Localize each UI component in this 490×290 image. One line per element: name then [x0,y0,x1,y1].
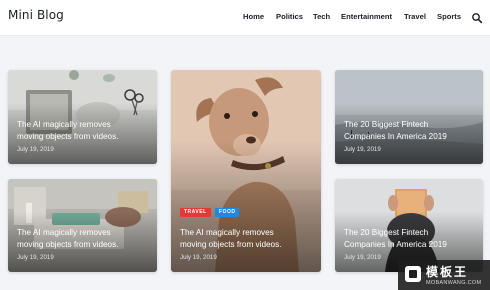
nav-item-politics[interactable]: Politics [276,12,303,21]
post-title[interactable]: The 20 Biggest Fintech Companies In Amer… [344,227,474,251]
post-date: July 19, 2019 [17,254,54,261]
nav-item-travel[interactable]: Travel [404,12,426,21]
post-card[interactable]: The 20 Biggest Fintech Companies In Amer… [335,179,483,272]
post-title-line: The AI magically removes [17,228,111,237]
post-title-line: The AI magically removes [17,120,111,129]
post-title-line: The 20 Biggest Fintech [344,120,429,129]
post-title-line: moving objects from videos. [180,240,282,249]
post-date: July 19, 2019 [344,146,381,153]
post-title[interactable]: The AI magically removes moving objects … [17,227,147,251]
post-title-line: The AI magically removes [180,228,274,237]
post-title-line: Companies In America 2019 [344,132,447,141]
watermark-subtitle: MOBANWANG.COM [426,280,482,286]
post-date: July 19, 2019 [180,254,217,261]
site-header: Mini Blog Home Politics Tech Entertainme… [0,0,490,36]
post-card[interactable]: The 20 Biggest Fintech Companies In Amer… [335,70,483,164]
post-card[interactable]: The AI magically removes moving objects … [8,179,157,272]
search-icon [472,13,483,24]
watermark-title: 模板王 [426,265,469,279]
post-date: July 19, 2019 [344,254,381,261]
post-card[interactable]: The AI magically removes moving objects … [8,70,157,164]
category-badge-travel[interactable]: TRAVEL [180,208,211,217]
category-badge-food[interactable]: FOOD [215,208,240,217]
post-title-line: moving objects from videos. [17,132,119,141]
nav-item-entertainment[interactable]: Entertainment [341,12,392,21]
search-button[interactable] [471,11,483,24]
post-title[interactable]: The 20 Biggest Fintech Companies In Amer… [344,119,474,143]
watermark: 模板王 MOBANWANG.COM [398,260,490,290]
post-title[interactable]: The AI magically removes moving objects … [180,227,310,251]
nav-item-tech[interactable]: Tech [313,12,330,21]
nav-item-sports[interactable]: Sports [437,12,461,21]
post-card-featured[interactable]: TRAVEL FOOD The AI magically removes mov… [171,70,321,272]
post-title-line: moving objects from videos. [17,240,119,249]
main-nav: Home Politics Tech Entertainment Travel … [0,12,490,26]
post-date: July 19, 2019 [17,146,54,153]
post-title[interactable]: The AI magically removes moving objects … [17,119,147,143]
post-title-line: The 20 Biggest Fintech [344,228,429,237]
nav-item-home[interactable]: Home [243,12,264,21]
watermark-logo-icon [405,266,421,282]
post-title-line: Companies In America 2019 [344,240,447,249]
